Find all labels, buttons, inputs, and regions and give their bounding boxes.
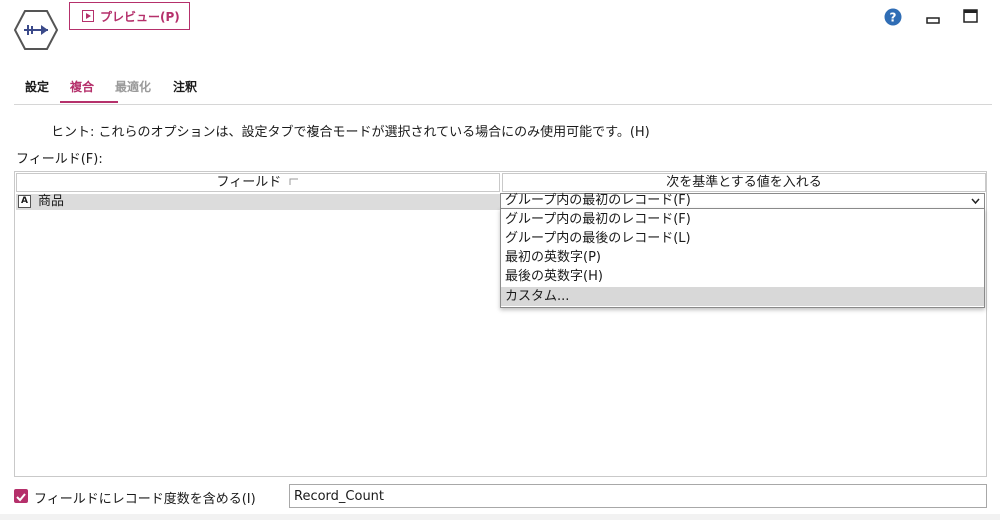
chevron-down-icon [971, 198, 980, 205]
fields-label: フィールド(F): [16, 152, 103, 167]
aggregate-node-icon [14, 10, 58, 50]
dropdown-option-first-record[interactable]: グループ内の最初のレコード(F) [501, 210, 984, 229]
column-header-value[interactable]: 次を基準とする値を入れる [502, 173, 986, 192]
checkmark-icon [16, 493, 26, 502]
sort-icon [289, 178, 299, 185]
dropdown-option-last-alphanumeric[interactable]: 最後の英数字(H) [501, 267, 984, 286]
bottom-band [0, 514, 1000, 520]
string-type-icon: A [18, 195, 31, 208]
record-count-label: フィールドにレコード度数を含める(I) [34, 492, 256, 507]
fill-value-selected: グループ内の最初のレコード(F) [505, 193, 691, 208]
tab-settings[interactable]: 設定 [25, 78, 49, 95]
column-header-field-label: フィールド [216, 175, 282, 190]
tab-optimization: 最適化 [115, 80, 152, 94]
field-name: 商品 [38, 194, 65, 209]
tab-annotations[interactable]: 注釈 [173, 78, 197, 95]
tab-composite[interactable]: 複合 [70, 78, 94, 95]
active-tab-indicator [60, 101, 118, 103]
record-count-field[interactable] [289, 484, 987, 508]
column-header-field[interactable]: フィールド [16, 173, 500, 192]
svg-text:?: ? [890, 11, 897, 25]
record-count-checkbox[interactable] [14, 489, 28, 503]
dropdown-option-custom[interactable]: カスタム... [501, 287, 984, 306]
fill-value-select[interactable]: グループ内の最初のレコード(F) [500, 193, 985, 209]
column-header-value-label: 次を基準とする値を入れる [666, 175, 822, 190]
maximize-icon[interactable] [963, 9, 978, 23]
tab-bar: 設定 複合 最適化 注釈 [14, 70, 992, 105]
preview-button[interactable]: プレビュー(P) [69, 2, 190, 30]
hint-text: ヒント: これらのオプションは、設定タブで複合モードが選択されている場合にのみ使… [51, 125, 650, 140]
preview-button-label: プレビュー(P) [100, 9, 180, 24]
play-icon [82, 10, 94, 22]
fill-value-dropdown: グループ内の最初のレコード(F) グループ内の最後のレコード(L) 最初の英数字… [500, 208, 985, 308]
dropdown-option-first-alphanumeric[interactable]: 最初の英数字(P) [501, 248, 984, 267]
dropdown-option-last-record[interactable]: グループ内の最後のレコード(L) [501, 229, 984, 248]
help-icon[interactable]: ? [884, 8, 902, 26]
minimize-icon[interactable] [926, 12, 940, 24]
